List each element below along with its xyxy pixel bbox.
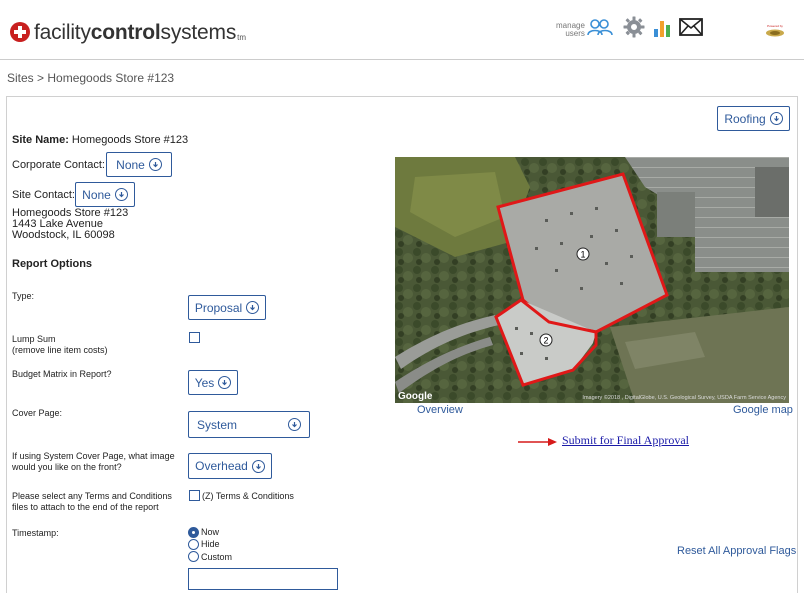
timestamp-hide-radio[interactable] xyxy=(188,539,199,550)
timestamp-now-label: Now xyxy=(201,527,220,537)
map-marker-1: 1 xyxy=(580,250,585,260)
terms-checkbox[interactable] xyxy=(189,490,200,501)
timestamp-now-radio[interactable] xyxy=(188,527,199,538)
google-logo: Google xyxy=(398,391,433,402)
cover-page-label: Cover Page: xyxy=(12,408,63,418)
cover-image-dropdown[interactable]: Overhead xyxy=(188,453,272,479)
chevron-down-icon xyxy=(246,301,260,314)
type-label: Type: xyxy=(12,291,35,301)
reports-chart-icon[interactable] xyxy=(653,16,671,43)
budget-matrix-label: Budget Matrix in Report? xyxy=(12,369,112,379)
users-icon xyxy=(587,18,613,41)
lump-sum-label: Lump Sum (remove line item costs) xyxy=(12,334,108,355)
terms-label: Please select any Terms and Conditions f… xyxy=(12,491,172,512)
site-contact-dropdown[interactable]: None xyxy=(75,182,135,207)
corporate-contact-dropdown[interactable]: None xyxy=(106,152,172,177)
sponsor-badge: Powered by xyxy=(760,22,790,38)
breadcrumb[interactable]: Sites > Homegoods Store #123 xyxy=(7,71,174,85)
map-marker-2: 2 xyxy=(543,336,548,346)
corporate-contact-label: Corporate Contact: xyxy=(12,159,105,171)
site-name-row: Site Name: Homegoods Store #123 xyxy=(12,134,189,146)
chevron-down-icon xyxy=(114,188,128,201)
lump-sum-checkbox[interactable] xyxy=(189,332,200,343)
settings-gear-icon[interactable] xyxy=(623,16,645,43)
header-toolbar: manage users xyxy=(556,16,711,43)
brand-logo[interactable]: facilitycontrolsystems tm xyxy=(10,22,246,43)
budget-matrix-dropdown[interactable]: Yes xyxy=(188,370,238,395)
satellite-map[interactable]: 1 2 Google Imagery ©2018 , DigitalGlobe,… xyxy=(395,157,789,403)
map-attribution: Imagery ©2018 , DigitalGlobe, U.S. Geolo… xyxy=(582,394,786,401)
reset-approval-flags-link[interactable]: Reset All Approval Flags xyxy=(677,545,796,557)
custom-timestamp-input[interactable] xyxy=(188,568,338,590)
timestamp-label: Timestamp: xyxy=(12,528,59,538)
site-contact-label: Site Contact: xyxy=(12,189,75,201)
site-address: Homegoods Store #123 1443 Lake Avenue Wo… xyxy=(12,207,129,241)
chevron-down-icon xyxy=(251,459,265,473)
mail-envelope-icon[interactable] xyxy=(679,18,703,41)
timestamp-custom-label: Custom xyxy=(201,552,233,562)
svg-text:Powered by: Powered by xyxy=(767,24,783,28)
timestamp-hide-label: Hide xyxy=(201,539,220,549)
terms-option-label: (Z) Terms & Conditions xyxy=(202,491,294,501)
manage-users-button[interactable]: manage users xyxy=(556,18,613,41)
cover-page-dropdown[interactable]: System xyxy=(188,411,310,438)
chevron-down-icon xyxy=(288,418,301,431)
app-header: facilitycontrolsystems tm manage users P… xyxy=(0,0,804,60)
arrow-right-icon xyxy=(518,434,558,452)
google-map-link[interactable]: Google map xyxy=(733,404,793,416)
roofing-dropdown[interactable]: Roofing xyxy=(717,106,790,131)
submit-final-approval-link[interactable]: Submit for Final Approval xyxy=(562,433,689,448)
chevron-down-icon xyxy=(218,376,232,389)
report-options-heading: Report Options xyxy=(12,258,93,270)
timestamp-custom-radio[interactable] xyxy=(188,551,199,562)
overview-link[interactable]: Overview xyxy=(417,404,463,416)
brand-name: facilitycontrolsystems xyxy=(34,21,237,44)
chevron-down-icon xyxy=(769,112,783,125)
cover-image-label: If using System Cover Page, what image w… xyxy=(12,451,175,472)
plus-logo-icon xyxy=(10,22,30,42)
report-type-dropdown[interactable]: Proposal xyxy=(188,295,266,320)
chevron-down-icon xyxy=(148,158,162,171)
trademark: tm xyxy=(237,33,247,42)
